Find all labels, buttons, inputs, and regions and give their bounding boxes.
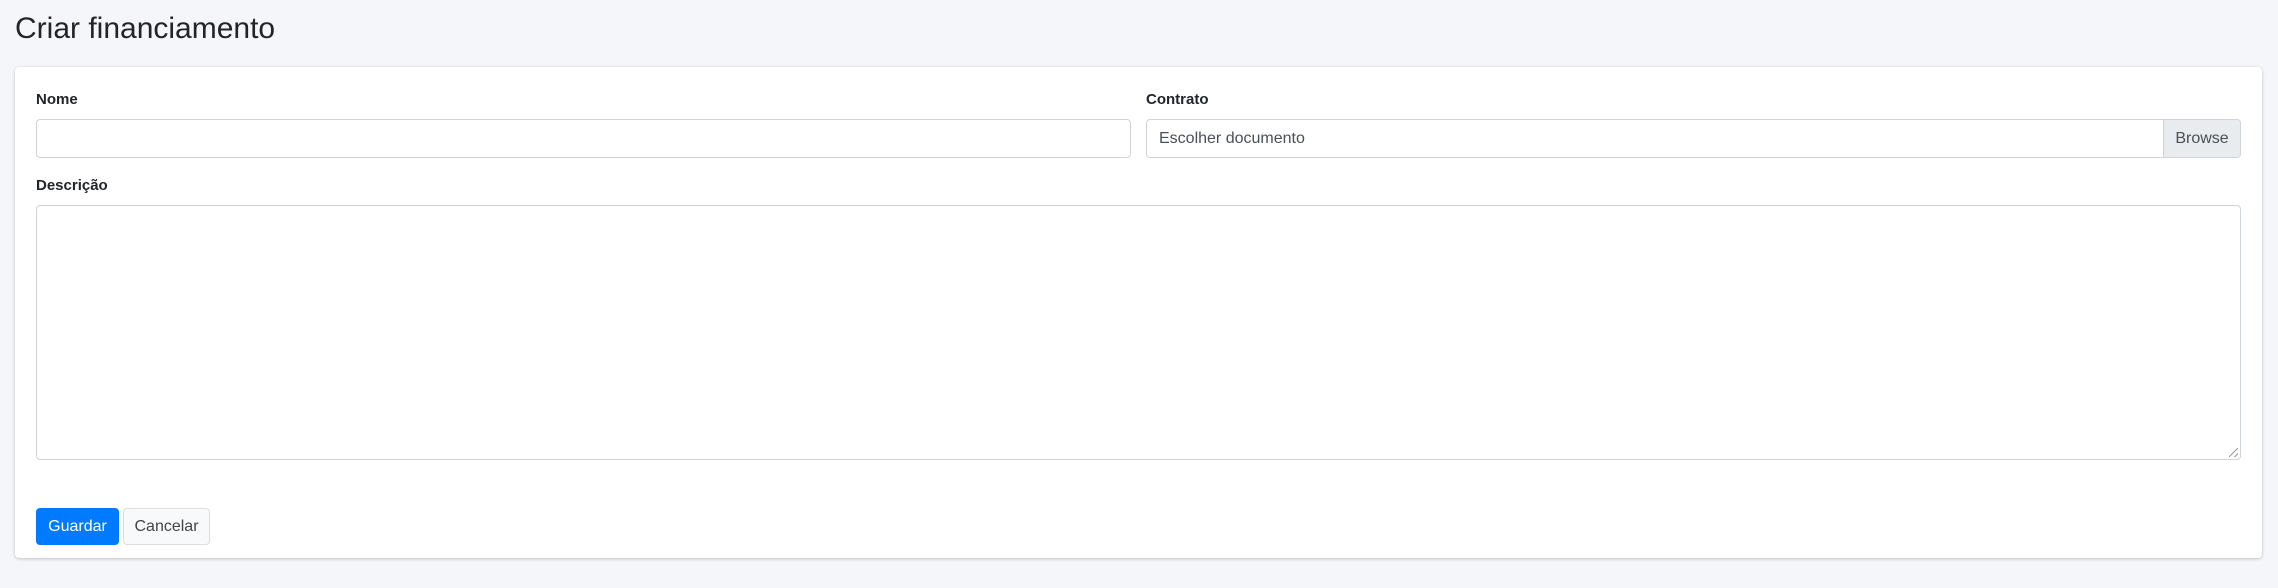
page: Criar financiamento Nome Contrato Escolh… [0,0,2278,588]
descricao-label: Descrição [36,177,108,194]
save-button[interactable]: Guardar [36,508,119,545]
page-title: Criar financiamento [15,12,276,45]
contrato-file-input[interactable]: Escolher documento Browse [1146,119,2241,158]
contrato-file-placeholder: Escolher documento [1159,130,1305,147]
resize-handle-icon[interactable] [2229,448,2238,457]
nome-input[interactable] [36,119,1131,158]
cancel-button[interactable]: Cancelar [123,508,210,545]
nome-label: Nome [36,91,78,108]
form-card: Nome Contrato Escolher documento Browse … [15,67,2262,558]
contrato-label: Contrato [1146,91,1209,108]
browse-button[interactable]: Browse [2163,120,2240,157]
descricao-textarea[interactable] [36,205,2241,460]
